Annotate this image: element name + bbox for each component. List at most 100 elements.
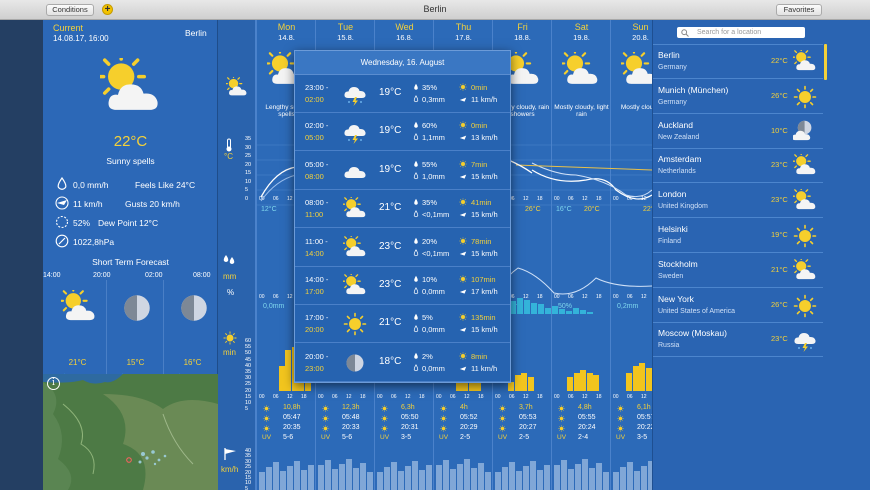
day-name[interactable]: Tue xyxy=(316,22,375,32)
row-wind: 17 km/h xyxy=(471,287,498,296)
day-date: 17.8. xyxy=(455,33,472,42)
day-sunset: 20:29 xyxy=(460,424,478,431)
row-probability: 35% xyxy=(422,198,438,208)
row-temp: 19°C xyxy=(379,125,402,137)
sun-icon xyxy=(617,405,624,412)
row-start-time: 23:00 - xyxy=(305,83,329,92)
temp-line-sat xyxy=(531,169,652,200)
favorite-city-row[interactable]: Munich (München) Germany 26°C xyxy=(653,80,823,114)
sunset-icon xyxy=(499,425,506,432)
short-term-item: 15°C💧0,0mm xyxy=(106,280,163,381)
time-tick: 06 xyxy=(450,394,456,400)
favorite-city-row[interactable]: Berlin Germany 22°C xyxy=(653,45,823,79)
probability-icon xyxy=(414,275,418,282)
wind-bar xyxy=(544,465,550,490)
row-end-time: 08:00 xyxy=(305,171,324,181)
favorite-city-row[interactable]: Helsinki Finland 19°C xyxy=(653,219,823,253)
short-term-hour: 08:00 xyxy=(193,272,211,279)
axis-tick: 5 xyxy=(245,485,249,490)
wind-unit: km/h xyxy=(221,465,239,474)
sunshine-bar xyxy=(586,373,593,391)
search-input[interactable]: Search for a location xyxy=(677,27,805,38)
favorite-city-row[interactable]: Stockholm Sweden 21°C xyxy=(653,254,823,288)
drop-icon xyxy=(413,210,419,218)
popup-row: 11:00 - 14:00 23°C 20% <0,1mm 78min 15 km/h xyxy=(295,229,510,267)
short-term-hour: 02:00 xyxy=(145,272,163,279)
favorites-button[interactable]: Favorites xyxy=(776,4,822,16)
wind-icon xyxy=(459,251,467,256)
wind-bar xyxy=(377,472,383,490)
drop-icon xyxy=(413,171,419,179)
day-name[interactable]: Sun xyxy=(611,22,652,32)
axis-tick: 30 xyxy=(245,144,252,151)
time-tick: 00 xyxy=(554,394,560,400)
axis-tick: 20 xyxy=(245,161,252,168)
city-name: Berlin xyxy=(658,50,680,60)
day-name[interactable]: Mon xyxy=(257,22,316,32)
day-sunset: 20:31 xyxy=(401,424,419,431)
rain-bar xyxy=(531,303,537,314)
row-wind: 15 km/h xyxy=(471,171,498,181)
wind-bar xyxy=(450,469,456,490)
wind-bar xyxy=(582,459,588,490)
wind-bar xyxy=(457,464,463,490)
row-temp: 21°C xyxy=(379,202,402,214)
day-sun-hours: 4h xyxy=(460,404,468,411)
rain-bar xyxy=(552,306,558,314)
sunrise-icon xyxy=(617,415,624,422)
drop-icon xyxy=(413,95,419,103)
day-name[interactable]: Thu xyxy=(434,22,493,32)
time-tick: 18 xyxy=(478,394,484,400)
time-tick: 06 xyxy=(391,394,397,400)
current-city: Berlin xyxy=(185,28,207,38)
city-temp: 23°C xyxy=(771,195,788,205)
time-tick: 00 xyxy=(613,394,619,400)
app-window: { "window": {"title": "Berlin", "conditi… xyxy=(0,0,870,490)
day-sunrise: 05:47 xyxy=(283,414,301,421)
wind-bar xyxy=(353,468,359,490)
city-country: Russia xyxy=(658,342,680,350)
day-name[interactable]: Sat xyxy=(552,22,611,32)
radar-map[interactable] xyxy=(43,374,218,490)
sunshine-bar xyxy=(573,373,580,391)
thunder-cloud-icon xyxy=(343,82,367,106)
wind-bar xyxy=(443,460,449,490)
row-probability: 10% xyxy=(422,275,438,284)
day-uv: 5-6 xyxy=(283,434,294,441)
sun-icon xyxy=(459,352,467,360)
rain-bar xyxy=(559,309,565,314)
favorite-city-row[interactable]: Amsterdam Netherlands 23°C xyxy=(653,149,823,184)
scrollbar-thumb[interactable] xyxy=(824,44,827,80)
row-probability: 2% xyxy=(422,351,433,361)
wind-icon xyxy=(459,135,467,140)
day-name[interactable]: Wed xyxy=(375,22,434,32)
sun-icon xyxy=(343,313,367,336)
favorite-city-row[interactable]: London United Kingdom 23°C xyxy=(653,184,823,219)
probability-icon xyxy=(414,160,418,167)
city-name: Munich (München) xyxy=(658,84,729,95)
wind-icon xyxy=(459,97,467,102)
popup-row: 02:00 - 05:00 19°C 60% 1,1mm 0min 13 km/h xyxy=(295,113,510,152)
day-uv: 3-5 xyxy=(637,434,648,441)
drop-icon xyxy=(413,325,419,333)
wind-bar xyxy=(478,463,484,490)
city-country: Netherlands xyxy=(658,168,696,176)
favorite-city-row[interactable]: Auckland New Zealand 10°C xyxy=(653,115,823,149)
sun-cloud-icon xyxy=(61,290,97,326)
dew-point: Dew Point 12°C xyxy=(98,218,159,228)
wind-bar xyxy=(384,467,390,490)
row-temp: 19°C xyxy=(379,163,402,175)
axis-tick: 10 xyxy=(245,178,252,185)
axis-tick: 35 xyxy=(245,369,252,375)
day-name[interactable]: Fri xyxy=(493,22,552,32)
favorite-city-row[interactable]: New York United States of America 26°C xyxy=(653,289,823,323)
wind-bar xyxy=(561,460,567,490)
day-sunrise: 05:53 xyxy=(519,414,537,421)
sun-icon xyxy=(793,85,817,109)
favorite-city-row[interactable]: Moscow (Moskau) Russia 23°C xyxy=(653,323,823,358)
sunshine-bar xyxy=(527,377,534,391)
axis-tick: 55 xyxy=(245,344,252,351)
map-info-icon[interactable]: i xyxy=(47,377,60,390)
wind-bar xyxy=(301,470,307,490)
city-name: London xyxy=(658,189,687,200)
